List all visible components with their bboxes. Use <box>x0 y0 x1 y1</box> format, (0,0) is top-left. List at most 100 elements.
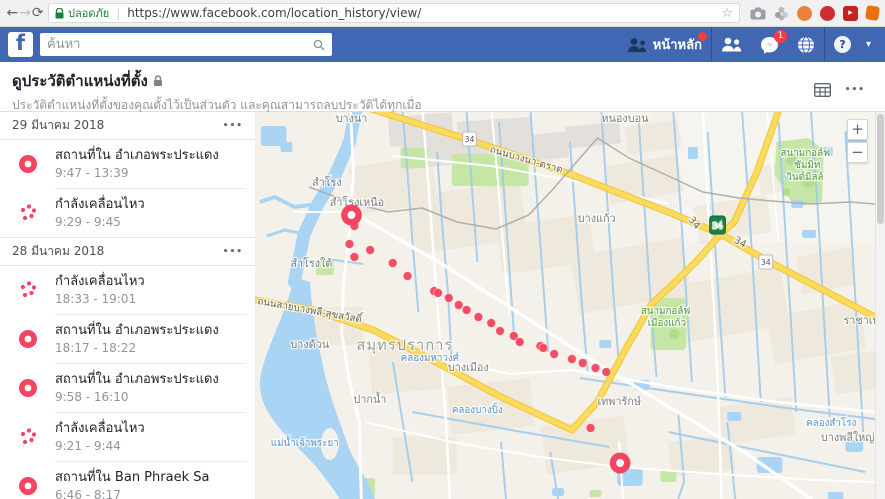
orange-tool-extension-icon[interactable] <box>865 5 880 21</box>
shield-number: 34 <box>713 221 723 230</box>
chevron-down-icon: ▾ <box>865 39 871 50</box>
address-bar[interactable]: ปลอดภัย | https://www.facebook.com/locat… <box>48 3 741 23</box>
globe-icon <box>797 36 814 53</box>
moving-icon <box>0 202 55 224</box>
pinwheel-extension-icon[interactable] <box>774 6 789 21</box>
url-text: https://www.facebook.com/location_histor… <box>127 6 422 20</box>
search-icon <box>313 39 325 50</box>
location-dot <box>601 367 612 377</box>
account-menu-button[interactable]: ▾ <box>860 27 877 62</box>
map-label: ราชาเทวะ <box>844 314 875 327</box>
red-circle-extension-icon[interactable] <box>820 5 836 21</box>
map[interactable]: 34 34 34 บางนา หนองบอน สำโรง สำโรงเหนือ สำโรงใ… <box>255 112 875 499</box>
map-label: เทพารักษ์ <box>597 395 641 408</box>
profile-shortcut[interactable]: หน้าหลัก <box>618 27 711 62</box>
help-icon: ? <box>833 36 851 53</box>
page-header: ดูประวัติตำแหน่งที่ตั้ง ประวัติตำแหน่งที… <box>0 62 885 112</box>
help-button[interactable]: ? <box>825 27 860 62</box>
location-dot <box>566 354 577 364</box>
section-more-options-icon[interactable]: ••• <box>223 247 243 257</box>
camera-extension-icon[interactable] <box>750 7 766 20</box>
place-icon <box>18 379 37 397</box>
map-label: บางด้วน <box>290 338 329 351</box>
location-dot <box>495 326 505 336</box>
zoom-out-button[interactable]: − <box>847 142 868 163</box>
back-icon[interactable]: ← <box>6 5 19 21</box>
moving-icon <box>20 428 36 445</box>
secure-chip[interactable]: ปลอดภัย <box>55 4 109 22</box>
place-icon <box>0 328 55 350</box>
map-label: แม่น้ำเจ้าพระยา <box>271 435 339 449</box>
moving-icon <box>0 426 55 448</box>
map-label: สนามกอล์ฟ <box>641 305 691 317</box>
place-icon <box>0 377 55 399</box>
moving-icon <box>20 281 36 298</box>
map-label: บางแก้ว <box>578 212 616 225</box>
location-dot <box>344 239 355 249</box>
map-label: วินด์มิลล์ <box>786 171 824 183</box>
location-dot <box>349 252 360 262</box>
reload-icon[interactable]: ⟳ <box>31 5 44 21</box>
messenger-button[interactable]: 1 <box>751 27 788 62</box>
entry-title: กำลังเคลื่อนไหว <box>55 421 145 436</box>
red-play-extension-icon[interactable]: ▸ <box>843 5 859 21</box>
map-label: สนามกอล์ฟ <box>781 147 831 159</box>
lock-icon <box>153 75 162 86</box>
friend-requests-button[interactable] <box>712 27 751 62</box>
page-scrollbar[interactable] <box>875 112 885 499</box>
map-label: บางพลีใหญ่ <box>821 431 875 444</box>
map-canvas: 343434 บางนา หนองบอนสำโรงสำโรงเหนือสำโรงใ… <box>255 112 875 499</box>
entry-title: สถานที่ใน Ban Phraek Sa <box>55 470 210 485</box>
timeline-entry[interactable]: สถานที่ใน อำเภอพระประแดง 18:17 - 18:22 <box>0 315 255 363</box>
map-label: บางนา <box>336 112 368 125</box>
place-icon <box>0 153 55 175</box>
extensions-row: ▸ <box>750 5 880 21</box>
calendar-grid-icon[interactable] <box>813 83 831 97</box>
location-history-list: 29 มีนาคม 2018 ••• สถานที่ใน อำเภอพระประแ… <box>0 112 255 499</box>
timeline-entry[interactable]: กำลังเคลื่อนไหว 18:33 - 19:01 <box>0 266 255 314</box>
date-header: 28 มีนาคม 2018 ••• <box>0 237 255 266</box>
map-label: หนองบอน <box>601 112 649 125</box>
moving-icon <box>20 204 36 221</box>
place-icon <box>0 475 55 497</box>
search-input[interactable] <box>47 37 313 52</box>
map-label: เมืองแก้ว <box>648 317 686 329</box>
bookmark-star-icon[interactable]: ☆ <box>721 6 733 21</box>
forward-icon[interactable]: → <box>19 5 32 21</box>
browser-toolbar: ← → ⟳ ปลอดภัย | https://www.facebook.com… <box>0 0 885 27</box>
map-label: คลองมหาวงศ์ <box>401 352 460 364</box>
page-title: ดูประวัติตำแหน่งที่ตั้ง <box>12 72 148 90</box>
place-icon <box>18 330 37 348</box>
shield-number: 34 <box>465 135 475 144</box>
date-label: 28 มีนาคม 2018 <box>12 244 105 258</box>
facebook-logo[interactable]: f <box>8 32 33 57</box>
timeline-entry[interactable]: กำลังเคลื่อนไหว 9:21 - 9:44 <box>0 413 255 461</box>
browser-window: ← → ⟳ ปลอดภัย | https://www.facebook.com… <box>0 0 885 499</box>
entry-title: สถานที่ใน อำเภอพระประแดง <box>55 372 219 387</box>
location-dot <box>473 312 484 322</box>
notifications-button[interactable] <box>788 27 824 62</box>
location-dot <box>486 318 497 328</box>
location-dot <box>585 423 596 433</box>
secure-label: ปลอดภัย <box>68 7 110 20</box>
home-link[interactable]: หน้าหลัก <box>653 34 702 55</box>
section-more-options-icon[interactable]: ••• <box>223 121 243 131</box>
map-label: สำโรง <box>312 176 342 189</box>
notification-badge <box>697 32 707 41</box>
timeline-entry[interactable]: สถานที่ใน Ban Phraek Sa 6:46 - 8:17 <box>0 462 255 499</box>
scrollbar-thumb[interactable] <box>877 114 884 224</box>
timeline-entry[interactable]: สถานที่ใน อำเภอพระประแดง 9:58 - 16:10 <box>0 364 255 412</box>
entry-time: 9:21 - 9:44 <box>55 439 121 453</box>
orange-circle-extension-icon[interactable] <box>797 5 813 21</box>
search-bar[interactable] <box>40 33 332 56</box>
zoom-in-button[interactable]: + <box>847 119 868 140</box>
location-dot <box>387 258 398 268</box>
friend-requests-icon <box>627 37 646 52</box>
moving-icon <box>0 279 55 301</box>
timeline-entry[interactable]: สถานที่ใน อำเภอพระประแดง 9:47 - 13:39 <box>0 140 255 188</box>
map-label: ปากน้ำ <box>353 391 386 406</box>
map-label: ซัมมิท <box>794 160 820 171</box>
timeline-entry[interactable]: กำลังเคลื่อนไหว 9:29 - 9:45 <box>0 189 255 237</box>
location-dot <box>453 300 464 310</box>
more-options-icon[interactable]: ••• <box>845 85 865 95</box>
